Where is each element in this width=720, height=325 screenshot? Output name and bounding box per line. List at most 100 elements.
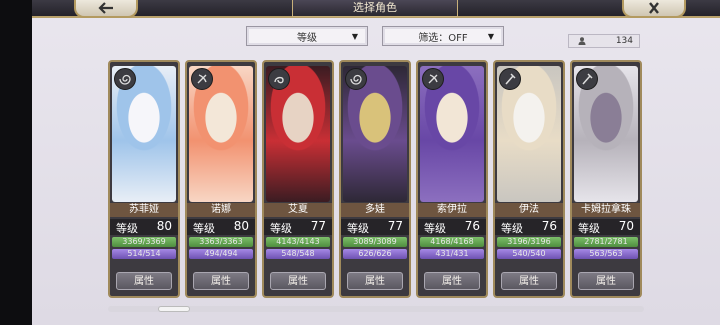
hp-text: 3196/3196 [507, 237, 551, 246]
spiral-icon [345, 68, 367, 90]
level-label: 等级 [116, 222, 138, 235]
level-row: 等级 80 [110, 219, 178, 235]
back-arrow-icon [98, 2, 113, 14]
character-portrait[interactable] [574, 66, 638, 202]
mp-bar: 514/514 [112, 249, 176, 259]
level-label: 等级 [578, 222, 600, 235]
character-name: 伊法 [495, 203, 563, 217]
attributes-button[interactable]: 属性 [578, 272, 634, 290]
mp-text: 626/626 [358, 249, 392, 258]
mp-text: 494/494 [204, 249, 238, 258]
level-label: 等级 [501, 222, 523, 235]
filter-label: 筛选：OFF [418, 32, 468, 44]
mp-bar: 626/626 [343, 249, 407, 259]
character-portrait[interactable] [497, 66, 561, 202]
bow-icon [191, 68, 213, 90]
level-row: 等级 77 [341, 219, 409, 235]
character-name: 多娃 [341, 203, 409, 217]
count-value: 134 [615, 36, 633, 46]
character-list: 苏菲娅 等级 80 3369/3369 514/514 属性 诺娜 等级 80 … [108, 60, 644, 300]
hp-bar: 3196/3196 [497, 237, 561, 247]
character-card[interactable]: 多娃 等级 77 3089/3089 626/626 属性 [339, 60, 411, 298]
level-row: 等级 80 [187, 219, 255, 235]
close-icon [649, 2, 659, 14]
character-portrait[interactable] [112, 66, 176, 202]
mp-bar: 548/548 [266, 249, 330, 259]
level-value: 77 [310, 219, 326, 233]
hp-text: 2781/2781 [584, 237, 628, 246]
mp-text: 548/548 [281, 249, 315, 258]
level-label: 等级 [424, 222, 446, 235]
person-icon [578, 37, 586, 45]
hp-text: 3369/3369 [122, 237, 166, 246]
level-value: 76 [464, 219, 480, 233]
level-row: 等级 70 [572, 219, 640, 235]
back-button[interactable] [74, 0, 138, 18]
character-name: 卡姆拉拿珠 [572, 203, 640, 217]
attributes-button[interactable]: 属性 [270, 272, 326, 290]
character-portrait[interactable] [189, 66, 253, 202]
character-card[interactable]: 卡姆拉拿珠 等级 70 2781/2781 563/563 属性 [570, 60, 642, 298]
hp-bar: 3369/3369 [112, 237, 176, 247]
sort-dropdown[interactable]: 等级 ▼ [246, 26, 368, 46]
swirl-icon [268, 68, 290, 90]
character-card[interactable]: 索伊拉 等级 76 4168/4168 431/431 属性 [416, 60, 488, 298]
mp-text: 563/563 [589, 249, 623, 258]
page-title: 选择角色 [292, 0, 458, 17]
mp-text: 540/540 [512, 249, 546, 258]
mp-text: 514/514 [127, 249, 161, 258]
level-value: 80 [233, 219, 249, 233]
horizontal-scrollbar[interactable] [108, 306, 644, 312]
filter-dropdown[interactable]: 筛选：OFF ▼ [382, 26, 504, 46]
staff-icon [499, 68, 521, 90]
character-card[interactable]: 艾夏 等级 77 4143/4143 548/548 属性 [262, 60, 334, 298]
chevron-down-icon: ▼ [487, 32, 494, 41]
close-button[interactable] [622, 0, 686, 18]
hp-text: 4168/4168 [430, 237, 474, 246]
attributes-button[interactable]: 属性 [116, 272, 172, 290]
mp-text: 431/431 [435, 249, 469, 258]
character-card[interactable]: 苏菲娅 等级 80 3369/3369 514/514 属性 [108, 60, 180, 298]
character-portrait[interactable] [266, 66, 330, 202]
attributes-button[interactable]: 属性 [424, 272, 480, 290]
hp-text: 3363/3363 [199, 237, 243, 246]
left-margin [0, 0, 32, 325]
character-card[interactable]: 伊法 等级 76 3196/3196 540/540 属性 [493, 60, 565, 298]
character-name: 索伊拉 [418, 203, 486, 217]
hp-bar: 2781/2781 [574, 237, 638, 247]
chevron-down-icon: ▼ [351, 32, 358, 41]
staff-icon [576, 68, 598, 90]
attributes-button[interactable]: 属性 [501, 272, 557, 290]
level-row: 等级 77 [264, 219, 332, 235]
level-label: 等级 [347, 222, 369, 235]
hp-bar: 3089/3089 [343, 237, 407, 247]
attributes-button[interactable]: 属性 [193, 272, 249, 290]
level-value: 80 [156, 219, 172, 233]
bow-icon [422, 68, 444, 90]
character-name: 艾夏 [264, 203, 332, 217]
character-portrait[interactable] [420, 66, 484, 202]
level-value: 76 [541, 219, 557, 233]
mp-bar: 563/563 [574, 249, 638, 259]
mp-bar: 494/494 [189, 249, 253, 259]
hp-bar: 4143/4143 [266, 237, 330, 247]
character-count: 134 [568, 34, 640, 48]
character-name: 苏菲娅 [110, 203, 178, 217]
level-label: 等级 [270, 222, 292, 235]
level-value: 77 [387, 219, 403, 233]
character-portrait[interactable] [343, 66, 407, 202]
level-row: 等级 76 [418, 219, 486, 235]
hp-text: 3089/3089 [353, 237, 397, 246]
spiral-icon [114, 68, 136, 90]
level-row: 等级 76 [495, 219, 563, 235]
mp-bar: 540/540 [497, 249, 561, 259]
character-name: 诺娜 [187, 203, 255, 217]
attributes-button[interactable]: 属性 [347, 272, 403, 290]
sort-label: 等级 [297, 32, 317, 44]
level-label: 等级 [193, 222, 215, 235]
mp-bar: 431/431 [420, 249, 484, 259]
character-card[interactable]: 诺娜 等级 80 3363/3363 494/494 属性 [185, 60, 257, 298]
hp-text: 4143/4143 [276, 237, 320, 246]
scroll-thumb[interactable] [158, 306, 191, 312]
hp-bar: 4168/4168 [420, 237, 484, 247]
